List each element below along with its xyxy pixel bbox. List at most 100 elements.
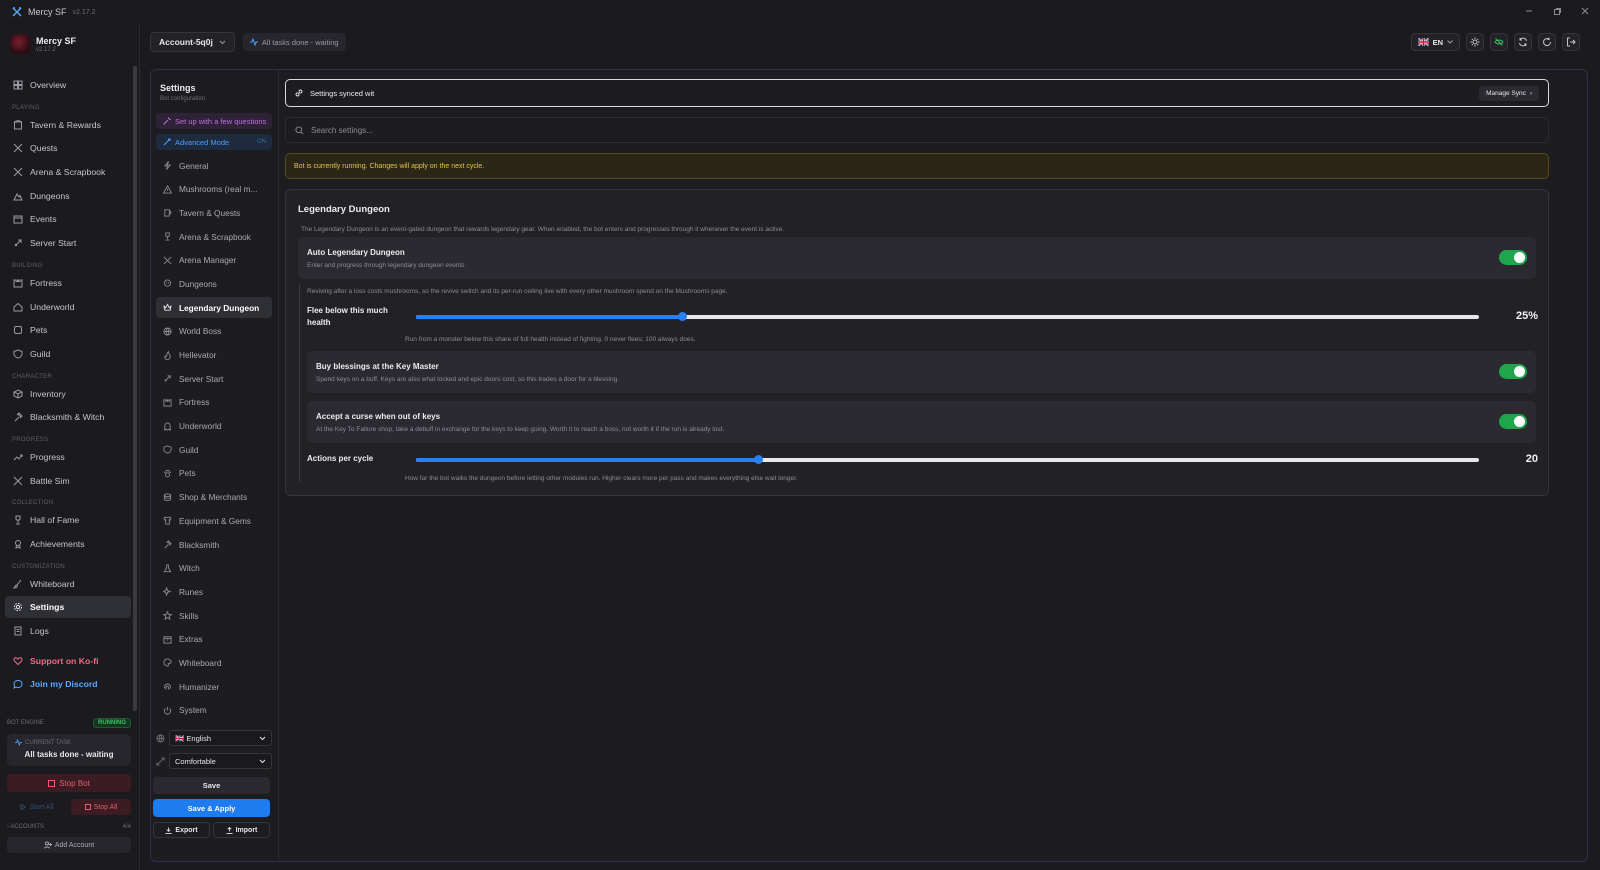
- flee-help: Run from a monster below this share of f…: [405, 336, 696, 343]
- accept-curse-toggle[interactable]: [1499, 414, 1527, 429]
- account-select[interactable]: Account-5q0j: [150, 32, 235, 52]
- sidebar-item-quests[interactable]: Quests: [5, 137, 131, 159]
- hammer-icon: [14, 412, 23, 422]
- sidebar-item-arena[interactable]: Arena & Scrapbook: [5, 161, 131, 183]
- import-button[interactable]: Import: [213, 822, 270, 838]
- auto-legendary-dungeon-row: Auto Legendary Dungeon Enter and progres…: [298, 237, 1536, 279]
- square-icon: [84, 804, 91, 810]
- auto-legendary-dungeon-toggle[interactable]: [1499, 250, 1527, 265]
- settings-item-fortress[interactable]: Fortress: [156, 392, 272, 413]
- sidebar-item-tavern[interactable]: Tavern & Rewards: [5, 114, 131, 136]
- avatar: [10, 34, 30, 54]
- density-dropdown[interactable]: Comfortable: [169, 753, 272, 769]
- sidebar-scrollbar[interactable]: [133, 66, 137, 711]
- settings-item-legendary-dungeon[interactable]: Legendary Dungeon: [156, 297, 272, 319]
- sun-icon: [1470, 37, 1480, 47]
- sidebar-item-support-kofi[interactable]: Support on Ko-fi: [5, 650, 131, 672]
- settings-item-system[interactable]: System: [156, 700, 272, 721]
- settings-item-equipment-gems[interactable]: Equipment & Gems: [156, 510, 272, 531]
- settings-item-label: Pets: [179, 468, 196, 479]
- sidebar-item-underworld[interactable]: Underworld: [5, 296, 131, 318]
- settings-item-skills[interactable]: Skills: [156, 605, 272, 626]
- section-building: BUILDING: [12, 262, 43, 269]
- visibility-toggle-button[interactable]: [1490, 33, 1508, 51]
- sidebar-item-logs[interactable]: Logs: [5, 620, 131, 642]
- sidebar-item-events[interactable]: Events: [5, 208, 131, 230]
- sidebar-item-guild[interactable]: Guild: [5, 343, 131, 365]
- settings-item-shop-merchants[interactable]: Shop & Merchants: [156, 487, 272, 508]
- sidebar-item-battle-sim[interactable]: Battle Sim: [5, 470, 131, 492]
- link-icon: [295, 89, 303, 97]
- settings-item-runes[interactable]: Runes: [156, 581, 272, 602]
- settings-item-world-boss[interactable]: World Boss: [156, 321, 272, 342]
- sidebar-item-fortress[interactable]: Fortress: [5, 272, 131, 294]
- stop-all-button[interactable]: Stop All: [71, 799, 131, 815]
- accounts-header[interactable]: › ACCOUNTS 4/4: [7, 824, 131, 830]
- search-input[interactable]: Search settings...: [285, 117, 1549, 143]
- save-button[interactable]: Save: [153, 777, 270, 794]
- settings-item-humanizer[interactable]: Humanizer: [156, 676, 272, 697]
- sync-button[interactable]: [1514, 33, 1532, 51]
- settings-item-arena-scrapbook[interactable]: Arena & Scrapbook: [156, 226, 272, 247]
- minimize-icon[interactable]: [1522, 4, 1536, 18]
- settings-item-pets[interactable]: Pets: [156, 463, 272, 484]
- flee-slider-handle[interactable]: [677, 312, 687, 321]
- sidebar-item-achievements[interactable]: Achievements: [5, 533, 131, 555]
- advanced-mode-toggle[interactable]: Advanced Mode ON: [156, 134, 272, 150]
- sidebar-item-whiteboard[interactable]: Whiteboard: [5, 573, 131, 595]
- language-dropdown[interactable]: 🇬🇧 English: [169, 730, 272, 746]
- sidebar-item-progress[interactable]: Progress: [5, 446, 131, 468]
- sidebar-item-settings[interactable]: Settings: [5, 596, 131, 619]
- settings-item-dungeons[interactable]: Dungeons: [156, 273, 272, 294]
- settings-item-mushrooms[interactable]: Mushrooms (real m...: [156, 179, 272, 200]
- settings-item-hellevator[interactable]: Hellevator: [156, 345, 272, 366]
- actions-slider-handle[interactable]: [754, 455, 764, 464]
- gear-icon: [13, 603, 23, 612]
- export-button[interactable]: Export: [153, 822, 210, 838]
- chat-icon: [13, 680, 23, 690]
- language-select[interactable]: EN: [1410, 33, 1460, 51]
- buy-blessings-toggle[interactable]: [1499, 364, 1527, 379]
- theme-toggle-button[interactable]: [1466, 33, 1484, 51]
- settings-item-arena-manager[interactable]: Arena Manager: [156, 250, 272, 271]
- manage-sync-button[interactable]: Manage Sync ›: [1479, 86, 1539, 101]
- sidebar-item-discord[interactable]: Join my Discord: [5, 673, 131, 695]
- settings-item-server-start[interactable]: Server Start: [156, 368, 272, 389]
- settings-item-guild[interactable]: Guild: [156, 439, 272, 460]
- settings-item-extras[interactable]: Extras: [156, 629, 272, 650]
- sidebar-item-label: Dungeons: [30, 190, 70, 201]
- add-account-button[interactable]: Add Account: [7, 837, 131, 853]
- settings-item-whiteboard[interactable]: Whiteboard: [156, 652, 272, 673]
- reload-button[interactable]: [1538, 33, 1556, 51]
- maximize-icon[interactable]: [1550, 4, 1564, 18]
- sidebar-item-hall-of-fame[interactable]: Hall of Fame: [5, 509, 131, 531]
- sidebar: Mercy SF v2.17.2 Overview PLAYING Tavern…: [0, 24, 140, 870]
- settings-item-tavern-quests[interactable]: Tavern & Quests: [156, 202, 272, 223]
- close-icon[interactable]: [1578, 4, 1592, 18]
- save-apply-button[interactable]: Save & Apply: [153, 799, 270, 817]
- settings-panel: Settings Bot configuration Set up with a…: [150, 69, 1588, 862]
- settings-item-blacksmith[interactable]: Blacksmith: [156, 534, 272, 555]
- settings-item-underworld[interactable]: Underworld: [156, 416, 272, 437]
- stop-bot-button[interactable]: Stop Bot: [7, 774, 131, 792]
- start-all-button[interactable]: Start All: [7, 799, 67, 815]
- flee-slider[interactable]: [416, 312, 1479, 321]
- sidebar-item-blacksmith-witch[interactable]: Blacksmith & Witch: [5, 406, 131, 428]
- settings-item-witch[interactable]: Witch: [156, 558, 272, 579]
- setup-wizard-button[interactable]: Set up with a few questions: [156, 113, 272, 129]
- sidebar-item-inventory[interactable]: Inventory: [5, 383, 131, 405]
- sidebar-item-pets[interactable]: Pets: [5, 319, 131, 341]
- settings-content: Settings synced wit Manage Sync › Search …: [285, 70, 1587, 861]
- chevron-right-icon: ›: [7, 824, 9, 830]
- chevron-down-icon: [219, 40, 226, 45]
- calendar-icon: [13, 215, 23, 224]
- settings-subtitle: Bot configuration: [160, 96, 206, 102]
- sidebar-item-dungeons[interactable]: Dungeons: [5, 185, 131, 207]
- brand[interactable]: Mercy SF v2.17.2: [10, 34, 76, 54]
- settings-item-label: Mushrooms (real m...: [179, 184, 258, 195]
- settings-item-general[interactable]: General: [156, 155, 272, 176]
- sidebar-item-overview[interactable]: Overview: [5, 74, 131, 96]
- logout-button[interactable]: [1562, 33, 1580, 51]
- sidebar-item-server-start[interactable]: Server Start: [5, 232, 131, 254]
- actions-slider[interactable]: [416, 455, 1479, 464]
